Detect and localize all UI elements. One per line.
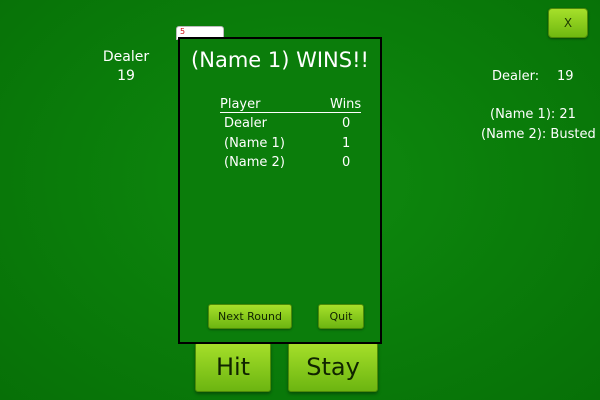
row-wins: 1 [342, 136, 351, 151]
row-player-name: (Name 1) [224, 136, 285, 151]
close-button[interactable]: X [548, 8, 588, 38]
dealer-total: 19 [117, 68, 135, 84]
row-player-name: (Name 2) [224, 155, 285, 170]
column-header-player: Player [220, 97, 261, 112]
dealer-hand-info: Dealer 19 [96, 48, 156, 86]
quit-button[interactable]: Quit [318, 304, 364, 329]
next-round-button[interactable]: Next Round [208, 304, 292, 329]
table-row: (Name 1) 1 [218, 136, 368, 156]
dialog-title: (Name 1) WINS!! [191, 48, 369, 72]
scoreboard-player-2: (Name 2): Busted [481, 127, 596, 142]
column-header-wins: Wins [330, 97, 362, 112]
table-row: (Name 2) 0 [218, 155, 368, 175]
row-player-name: Dealer [224, 116, 267, 131]
table-row: Dealer 0 [218, 116, 368, 136]
round-result-dialog: (Name 1) WINS!! Player Wins Dealer 0 (Na… [178, 37, 382, 344]
dealer-label: Dealer [102, 49, 150, 65]
scoreboard-dealer-label: Dealer: [492, 69, 540, 84]
scoreboard-dealer-value: 19 [557, 69, 574, 84]
card-rank: 5 [180, 27, 186, 36]
row-wins: 0 [342, 155, 351, 170]
row-wins: 0 [342, 116, 351, 131]
header-underline [220, 112, 361, 113]
hit-button[interactable]: Hit [195, 342, 271, 392]
scoreboard-player-1: (Name 1): 21 [490, 107, 576, 122]
game-table: X Dealer 19 5 Dealer: 19 (Name 1): 21 (N… [0, 0, 600, 400]
stay-button[interactable]: Stay [288, 342, 378, 392]
